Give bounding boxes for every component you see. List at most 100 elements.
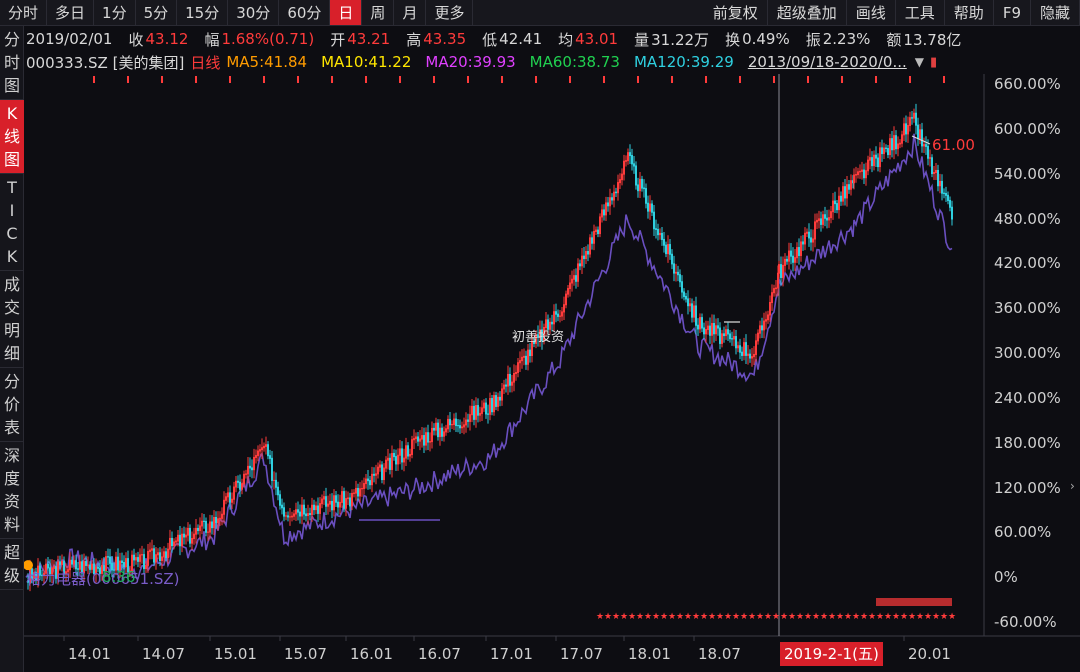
kline-type[interactable]: 日线 [190, 52, 220, 73]
period-tab-5[interactable]: 30分 [228, 0, 280, 25]
candle-body [671, 253, 673, 265]
event-star-marker: ★ [716, 612, 724, 622]
period-tab-7[interactable]: 日 [330, 0, 363, 25]
candle-body [695, 305, 697, 326]
side-tab-3[interactable]: 成交明细 [0, 271, 24, 368]
candle-body [375, 473, 377, 476]
candle-body [601, 209, 603, 218]
toolbar-button-5[interactable]: F9 [994, 0, 1031, 25]
event-star-marker: ★ [844, 612, 852, 622]
candle-body [555, 311, 557, 315]
event-star-marker: ★ [804, 612, 812, 622]
candle-body [739, 345, 741, 353]
period-tab-3[interactable]: 5分 [136, 0, 178, 25]
toolbar-button-1[interactable]: 超级叠加 [768, 0, 847, 25]
candle-body [167, 548, 169, 559]
candle-body [627, 152, 629, 162]
candle-body [181, 533, 183, 547]
candle-body [291, 515, 293, 518]
candle-body [183, 533, 185, 538]
toolbar-button-2[interactable]: 画线 [847, 0, 896, 25]
candle-body [157, 552, 159, 556]
toolbar-button-4[interactable]: 帮助 [945, 0, 994, 25]
x-tick-label: 14.01 [68, 645, 111, 663]
candle-body [353, 492, 355, 494]
candle-body [461, 426, 463, 429]
candle-body [661, 232, 663, 240]
candle-body [615, 191, 617, 194]
event-star-marker: ★ [660, 612, 668, 622]
candle-body [621, 173, 623, 181]
date-range[interactable]: 2013/09/18-2020/0... [748, 53, 907, 71]
candle-body [451, 423, 453, 426]
chart-canvas[interactable]: ★ ★ ★ ★ ★ ★ ★ ★ ★ ★ ★ ★ ★ ★ ★ ★ ★ ★ ★ ★ ★ ★ ★ ★ ★ ★ ★ ★ ★ ★ ★ ★ ★ ★ ★ ★ ★ ★ ★ ★… [24, 74, 1080, 672]
candle-body [581, 255, 583, 267]
chart-scroll-right-icon[interactable]: › [1070, 479, 1080, 499]
candle-body [828, 217, 830, 221]
ma5-value: MA5:41.84 [226, 53, 308, 71]
y-tick-label: 420.00% [994, 254, 1061, 273]
candle-body [802, 241, 804, 245]
candle-body [331, 500, 333, 511]
dropdown-arrow-icon[interactable]: ▼ [915, 55, 924, 69]
candle-body [197, 527, 199, 531]
side-tab-5[interactable]: 深度资料 [0, 442, 24, 539]
candle-body [423, 435, 425, 446]
period-tab-10[interactable]: 更多 [426, 0, 474, 25]
event-star-marker: ★ [628, 612, 636, 622]
period-tab-9[interactable]: 月 [394, 0, 427, 25]
period-tab-0[interactable]: 分时 [0, 0, 48, 25]
lock-icon[interactable]: ▮ [930, 55, 937, 70]
open-value: 43.21 [347, 30, 391, 48]
toolbar-button-6[interactable]: 隐藏 [1031, 0, 1080, 25]
candle-body [651, 203, 653, 213]
candle-body [681, 281, 683, 293]
period-tab-4[interactable]: 15分 [177, 0, 229, 25]
candle-body [229, 492, 231, 503]
candle-body [477, 405, 479, 416]
toolbar-button-0[interactable]: 前复权 [704, 0, 768, 25]
candle-body [891, 138, 893, 151]
kline-chart[interactable]: ★ ★ ★ ★ ★ ★ ★ ★ ★ ★ ★ ★ ★ ★ ★ ★ ★ ★ ★ ★ ★ ★ ★ ★ ★ ★ ★ ★ ★ ★ ★ ★ ★ ★ ★ ★ ★ ★ ★ ★… [24, 74, 1080, 672]
candle-body [871, 157, 873, 167]
candle-body [637, 184, 639, 192]
candle-body [725, 329, 727, 337]
candle-body [927, 145, 929, 159]
x-tick-label: 18.01 [628, 645, 671, 663]
event-star-marker: ★ [868, 612, 876, 622]
toolbar-button-3[interactable]: 工具 [896, 0, 945, 25]
candle-body [185, 534, 187, 538]
candle-body [561, 311, 563, 317]
period-tab-6[interactable]: 60分 [279, 0, 331, 25]
candle-body [417, 436, 419, 442]
candle-body [161, 556, 163, 561]
candle-body [135, 557, 137, 561]
side-tab-1[interactable]: K线图 [0, 100, 24, 174]
stock-code[interactable]: 000333.SZ [美的集团] [26, 52, 184, 73]
candle-body [923, 144, 925, 147]
candle-body [297, 509, 299, 513]
candle-body [471, 405, 473, 416]
candle-body [437, 422, 439, 438]
candle-body [337, 501, 339, 508]
candle-body [747, 353, 749, 356]
period-tab-1[interactable]: 多日 [47, 0, 95, 25]
side-tab-6[interactable]: 超级 [0, 539, 24, 590]
amp-label: 幅 [204, 30, 220, 49]
candle-body [443, 431, 445, 437]
candle-body [951, 206, 953, 220]
candle-body [794, 257, 796, 263]
candle-body [929, 157, 931, 159]
period-tab-8[interactable]: 周 [362, 0, 395, 25]
candle-body [317, 505, 319, 514]
side-tab-0[interactable]: 分时图 [0, 26, 24, 100]
candle-body [757, 332, 759, 342]
candle-body [571, 278, 573, 284]
period-tab-2[interactable]: 1分 [94, 0, 136, 25]
side-tab-4[interactable]: 分价表 [0, 368, 24, 442]
candle-body [836, 203, 838, 211]
side-tab-2[interactable]: TICK [0, 174, 24, 271]
chart-annotation[interactable]: 初善投资 [512, 326, 564, 345]
event-star-marker: ★ [668, 612, 676, 622]
candle-body [393, 452, 395, 458]
